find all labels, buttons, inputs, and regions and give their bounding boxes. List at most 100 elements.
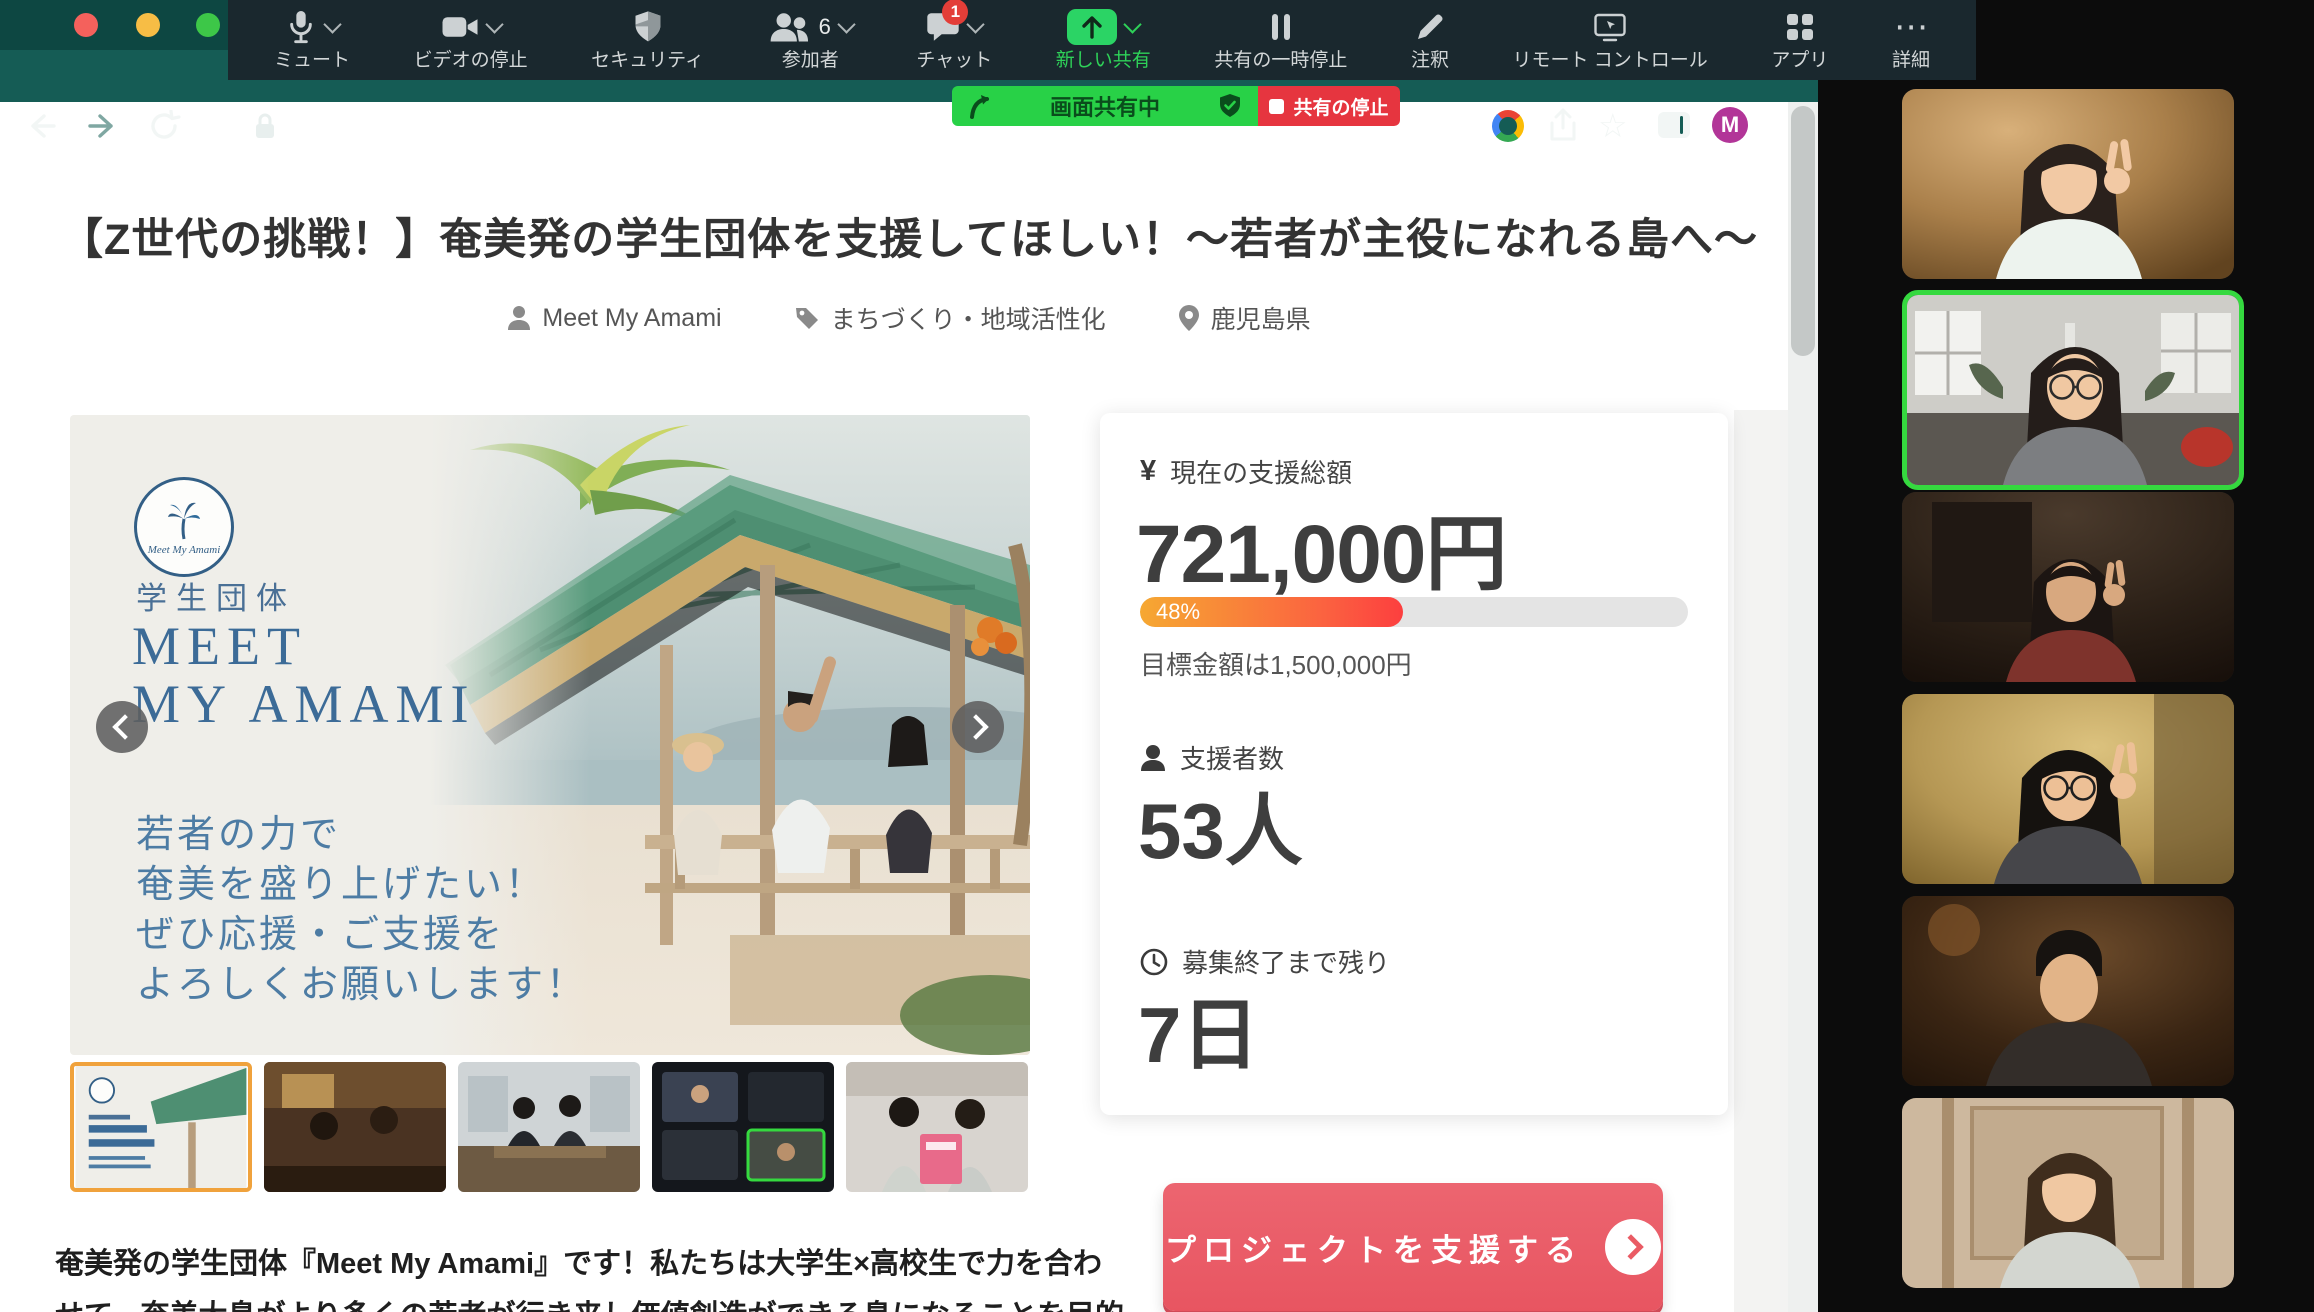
chevron-down-icon[interactable] — [967, 15, 985, 33]
chat-label: チャット — [916, 51, 992, 71]
carousel-thumbnails — [70, 1062, 1028, 1192]
upload-icon[interactable] — [1548, 108, 1578, 144]
pause-share-label: 共有の一時停止 — [1214, 51, 1347, 71]
back-icon[interactable] — [24, 110, 58, 142]
scrollbar-track[interactable] — [1788, 102, 1818, 1312]
project-location-link[interactable]: 鹿児島県 — [1178, 300, 1311, 336]
share-status-pill: 画面共有中 共有の停止 — [952, 86, 1400, 126]
chevron-down-icon[interactable] — [1124, 15, 1142, 33]
shield-icon — [633, 10, 663, 44]
video-sidebar — [1818, 0, 2314, 1312]
hero-slogan-line3: ぜひ応援・ご支援を — [136, 903, 505, 958]
screen-share-icon — [1067, 9, 1117, 45]
shield-check-icon — [1218, 93, 1242, 119]
participant-video-4[interactable] — [1902, 694, 2234, 884]
screen: ミーティング | camp-fire.jp/projects/651100/ac… — [0, 0, 2314, 1312]
carousel-prev-button[interactable] — [96, 701, 148, 753]
support-project-button[interactable]: プロジェクトを支援する — [1163, 1183, 1663, 1311]
progress-bar: 48% — [1140, 597, 1688, 627]
reload-icon[interactable] — [148, 110, 182, 142]
participant-video-6[interactable] — [1902, 1098, 2234, 1288]
more-icon: ⋯ — [1894, 12, 1928, 42]
chat-badge: 1 — [942, 0, 968, 25]
total-amount: 721,000円 — [1136, 487, 1506, 606]
hero-slogan-line2: 奄美を盛り上げたい！ — [136, 853, 546, 908]
address-bar[interactable]: camp-fire.jp/projects/651100/activities#… — [292, 108, 833, 139]
progress-fill: 48% — [1140, 597, 1403, 627]
apps-button[interactable]: アプリ — [1771, 8, 1828, 71]
more-label: 詳細 — [1892, 51, 1930, 71]
fullscreen-window-button[interactable] — [196, 13, 220, 37]
hero-title-line1: MEET — [132, 615, 307, 677]
chat-button[interactable]: 1 チャット — [916, 8, 992, 71]
pause-share-button[interactable]: 共有の一時停止 — [1214, 8, 1347, 71]
thumbnail-1[interactable] — [70, 1062, 252, 1192]
participants-label: 参加者 — [782, 51, 839, 71]
progress-percent: 48% — [1156, 599, 1200, 625]
project-category: まちづくり・地域活性化 — [831, 300, 1106, 336]
project-owner-link[interactable]: Meet My Amami — [507, 304, 721, 333]
person-icon — [1140, 744, 1166, 772]
participant-video-1[interactable] — [1902, 89, 2234, 279]
chevron-down-icon[interactable] — [837, 15, 855, 33]
stop-icon — [1269, 99, 1284, 114]
security-button[interactable]: セキュリティ — [591, 8, 704, 71]
sharing-status-text: 画面共有中 — [1050, 90, 1160, 122]
stop-share-button[interactable]: 共有の停止 — [1258, 86, 1400, 126]
project-meta: Meet My Amami まちづくり・地域活性化 鹿児島県 — [0, 300, 1818, 336]
funding-card: ¥ 現在の支援総額 721,000円 48% 目標金額は1,500,000円 支… — [1100, 413, 1728, 1115]
deadline-value: 7日 — [1138, 973, 1259, 1085]
stop-video-label: ビデオの停止 — [414, 51, 528, 71]
pencil-icon — [1415, 12, 1445, 42]
project-description-line2: せて、奄美大島がより多くの若者が行き来し価値創造ができる島になることを目的 — [55, 1292, 1075, 1312]
close-window-button[interactable] — [74, 13, 98, 37]
new-share-button[interactable]: 新しい共有 — [1056, 8, 1151, 71]
chevron-right-icon — [963, 714, 988, 739]
page-title: 【Z世代の挑戦！】奄美発の学生団体を支援してほしい！〜若者が主役になれる島へ〜 — [0, 205, 1818, 267]
thumbnail-5[interactable] — [846, 1062, 1028, 1192]
hero-org-label: 学生団体 — [136, 573, 296, 618]
side-panel-icon[interactable] — [1658, 112, 1690, 138]
participant-video-2-active-speaker[interactable] — [1902, 290, 2244, 490]
browser-window: ミーティング | camp-fire.jp/projects/651100/ac… — [0, 0, 1818, 1312]
remote-control-button[interactable]: リモート コントロール — [1513, 8, 1708, 71]
participant-video-3[interactable] — [1902, 492, 2234, 682]
thumbnail-2[interactable] — [264, 1062, 446, 1192]
carousel-next-button[interactable] — [952, 701, 1004, 753]
palm-logo-icon — [164, 499, 204, 543]
bookmark-star-icon[interactable]: ☆ — [1598, 106, 1628, 145]
thumbnail-3[interactable] — [458, 1062, 640, 1192]
mute-label: ミュート — [274, 51, 350, 71]
more-button[interactable]: ⋯ 詳細 — [1892, 8, 1930, 71]
org-logo: Meet My Amami — [134, 477, 234, 577]
lock-icon[interactable] — [254, 112, 276, 140]
participant-video-5[interactable] — [1902, 896, 2234, 1086]
profile-avatar[interactable]: M — [1712, 107, 1748, 143]
tag-icon — [794, 305, 820, 331]
chevron-left-icon — [112, 714, 137, 739]
annotate-button[interactable]: 注釈 — [1411, 8, 1449, 71]
thumbnail-4[interactable] — [652, 1062, 834, 1192]
project-category-link[interactable]: まちづくり・地域活性化 — [794, 300, 1106, 336]
chevron-down-icon[interactable] — [323, 15, 341, 33]
participants-button[interactable]: 6 参加者 — [768, 8, 853, 71]
person-icon — [507, 305, 531, 331]
scrollbar-thumb[interactable] — [1791, 106, 1815, 356]
security-label: セキュリティ — [591, 51, 704, 71]
chevron-down-icon[interactable] — [485, 15, 503, 33]
url-path: /projects/651100/activities#menu — [435, 108, 833, 138]
video-camera-icon — [441, 13, 479, 41]
hero-slogan-line4: よろしくお願いします！ — [136, 953, 587, 1008]
goal-text: 目標金額は1,500,000円 — [1140, 645, 1412, 682]
minimize-window-button[interactable] — [136, 13, 160, 37]
google-icon[interactable] — [1492, 110, 1524, 142]
mute-button[interactable]: ミュート — [274, 8, 350, 71]
project-location: 鹿児島県 — [1211, 300, 1311, 336]
stop-video-button[interactable]: ビデオの停止 — [414, 8, 528, 71]
forward-icon[interactable] — [86, 110, 120, 142]
sharing-indicator: 画面共有中 — [952, 86, 1258, 126]
yen-icon: ¥ — [1140, 455, 1156, 488]
zoom-toolbar: ミュート ビデオの停止 セキュリティ — [228, 0, 1976, 80]
project-description-line1: 奄美発の学生団体『Meet My Amami』です！私たちは大学生×高校生で力を… — [55, 1240, 1075, 1282]
support-button-label: プロジェクトを支援する — [1165, 1225, 1583, 1270]
